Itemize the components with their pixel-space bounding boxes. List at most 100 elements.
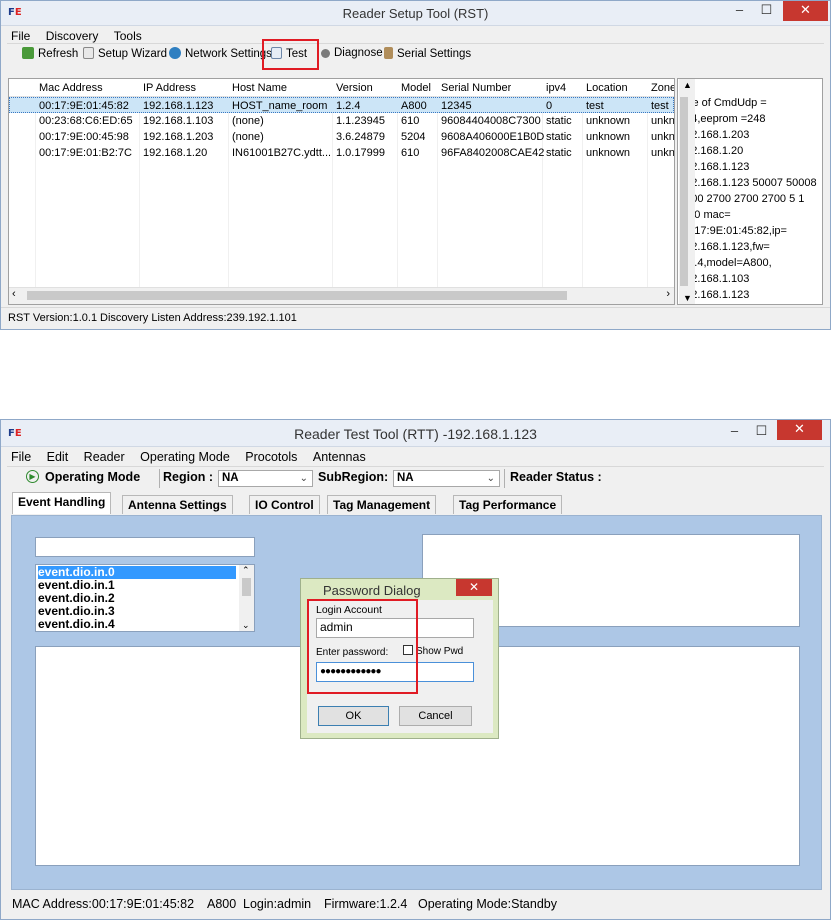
event-list[interactable]: event.dio.in.0 event.dio.in.1 event.dio.… [35, 564, 255, 632]
tab-event-handling[interactable]: Event Handling [12, 492, 112, 514]
scroll-down-icon[interactable]: ▼ [683, 293, 692, 303]
table-header: Mac Address IP Address Host Name Version… [9, 79, 674, 97]
cell-serial: 9608A406000E1B0D [441, 131, 545, 143]
menu-file[interactable]: File [5, 448, 37, 464]
event-input[interactable] [35, 537, 255, 557]
minimize-icon[interactable]: – [726, 1, 753, 21]
table-row[interactable]: 00:23:68:C6:ED:65 192.168.1.103 (none) 1… [9, 113, 674, 129]
col-host[interactable]: Host Name [232, 82, 287, 94]
device-table[interactable]: Mac Address IP Address Host Name Version… [8, 78, 675, 305]
refresh-label: Refresh [38, 48, 79, 60]
menu-reader[interactable]: Reader [78, 448, 131, 464]
ok-button[interactable]: OK [318, 706, 389, 726]
vertical-scrollbar[interactable]: ⌃ ⌄ [239, 565, 254, 631]
rst-version: RST Version:1.0.1 [8, 312, 98, 324]
col-model[interactable]: Model [401, 82, 431, 94]
cell-ip: 192.168.1.203 [143, 131, 214, 143]
cell-model: 610 [401, 115, 420, 127]
network-settings-button[interactable]: Network Settings [169, 47, 272, 60]
scroll-thumb[interactable] [27, 291, 567, 300]
diagnose-button[interactable]: Diagnose [321, 47, 383, 59]
refresh-button[interactable]: Refresh [22, 47, 78, 60]
col-version[interactable]: Version [336, 82, 373, 94]
operating-mode-button[interactable]: ▶ Operating Mode [14, 468, 157, 489]
cell-ipv4: static [546, 147, 572, 159]
scroll-right-icon[interactable]: › [666, 288, 670, 300]
list-item[interactable]: event.dio.in.4 [38, 618, 115, 631]
serial-icon [384, 47, 393, 59]
scroll-down-icon[interactable]: ⌄ [242, 620, 250, 631]
menu-edit[interactable]: Edit [41, 448, 75, 464]
cell-ipv4: 0 [546, 100, 553, 112]
cell-ip: 192.168.1.20 [143, 147, 208, 159]
subregion-value: NA [397, 472, 414, 484]
close-icon[interactable]: ✕ [777, 420, 822, 440]
reader-status-label: Reader Status : [510, 470, 602, 484]
table-row[interactable]: 00:17:9E:00:45:98 192.168.1.203 (none) 3… [9, 129, 674, 145]
cell-location: unknown [586, 115, 631, 127]
scroll-thumb[interactable] [242, 578, 251, 596]
cancel-button[interactable]: Cancel [399, 706, 472, 726]
region-select[interactable]: NA ⌄ [218, 470, 313, 487]
col-location[interactable]: Location [586, 82, 628, 94]
col-mac[interactable]: Mac Address [39, 82, 103, 94]
menu-antennas[interactable]: Antennas [307, 448, 372, 464]
col-ip[interactable]: IP Address [143, 82, 196, 94]
tab-io-control[interactable]: IO Control [249, 495, 320, 514]
minimize-icon[interactable]: – [721, 422, 748, 442]
rtt-titlebar[interactable]: FE Reader Test Tool (RTT) -192.168.1.123… [1, 420, 830, 447]
status-model: A800 [207, 897, 237, 911]
maximize-icon[interactable]: ☐ [753, 1, 780, 21]
cell-host: (none) [232, 131, 264, 143]
col-zone[interactable]: Zone [651, 82, 674, 94]
status-operating-mode: Operating Mode:Standby [418, 897, 557, 911]
cell-version: 1.2.4 [336, 100, 361, 112]
network-settings-label: Network Settings [185, 48, 272, 60]
menu-procotols[interactable]: Procotols [239, 448, 303, 464]
wizard-icon [83, 47, 94, 59]
close-icon[interactable]: ✕ [456, 579, 492, 596]
horizontal-scrollbar[interactable]: ‹ › [9, 287, 674, 304]
report-textbox[interactable]: rpt size of CmdUdp = 264,eeprom =248 192… [677, 78, 823, 305]
scroll-up-icon[interactable]: ▲ [683, 80, 692, 90]
subregion-select[interactable]: NA ⌄ [393, 470, 500, 487]
cell-location: test [586, 100, 604, 112]
rst-title: Reader Setup Tool (RST) [342, 6, 489, 21]
menu-operating-mode[interactable]: Operating Mode [134, 448, 236, 464]
cell-ipv4: static [546, 131, 572, 143]
cell-serial: 12345 [441, 100, 472, 112]
table-row[interactable]: 00:17:9E:01:45:82 192.168.1.123 HOST_nam… [9, 97, 674, 113]
serial-settings-button[interactable]: Serial Settings [384, 47, 471, 60]
scroll-up-icon[interactable]: ⌃ [242, 565, 250, 576]
report-line: 2700 2700 2700 2700 5 1 [679, 193, 805, 205]
chevron-down-icon: ⌄ [299, 473, 308, 484]
report-line: 192.168.1.123 50007 50008 [679, 177, 817, 189]
col-serial[interactable]: Serial Number [441, 82, 511, 94]
close-icon[interactable]: ✕ [783, 1, 828, 21]
rtt-statusbar: MAC Address:00:17:9E:01:45:82 A800 Login… [1, 892, 830, 918]
menu-file[interactable]: File [5, 27, 36, 43]
menu-tools[interactable]: Tools [108, 27, 148, 43]
maximize-icon[interactable]: ☐ [748, 422, 775, 442]
menu-discovery[interactable]: Discovery [40, 27, 105, 43]
tab-tag-performance[interactable]: Tag Performance [453, 495, 563, 514]
cell-model: 5204 [401, 131, 426, 143]
tab-antenna-settings[interactable]: Antenna Settings [122, 495, 233, 514]
tab-tag-management[interactable]: Tag Management [327, 495, 437, 514]
cell-location: unknown [586, 147, 631, 159]
cell-mac: 00:17:9E:01:45:82 [39, 100, 129, 112]
cell-location: unknown [586, 131, 631, 143]
col-ipv4[interactable]: ipv4 [546, 82, 566, 94]
diagnose-label: Diagnose [334, 47, 383, 59]
divider [7, 466, 824, 467]
region-label: Region : [163, 470, 213, 484]
rst-window: FE Reader Setup Tool (RST) – ☐ ✕ File Di… [0, 0, 831, 330]
rst-titlebar[interactable]: FE Reader Setup Tool (RST) – ☐ ✕ [1, 1, 830, 26]
cell-host: HOST_name_room [232, 100, 328, 112]
scroll-thumb[interactable] [680, 97, 688, 286]
cell-version: 1.0.17999 [336, 147, 385, 159]
table-row[interactable]: 00:17:9E:01:B2:7C 192.168.1.20 IN61001B2… [9, 145, 674, 161]
scroll-left-icon[interactable]: ‹ [12, 288, 16, 300]
setup-wizard-button[interactable]: Setup Wizard [83, 47, 167, 60]
vertical-scrollbar[interactable]: ▲ ▼ [679, 79, 695, 304]
